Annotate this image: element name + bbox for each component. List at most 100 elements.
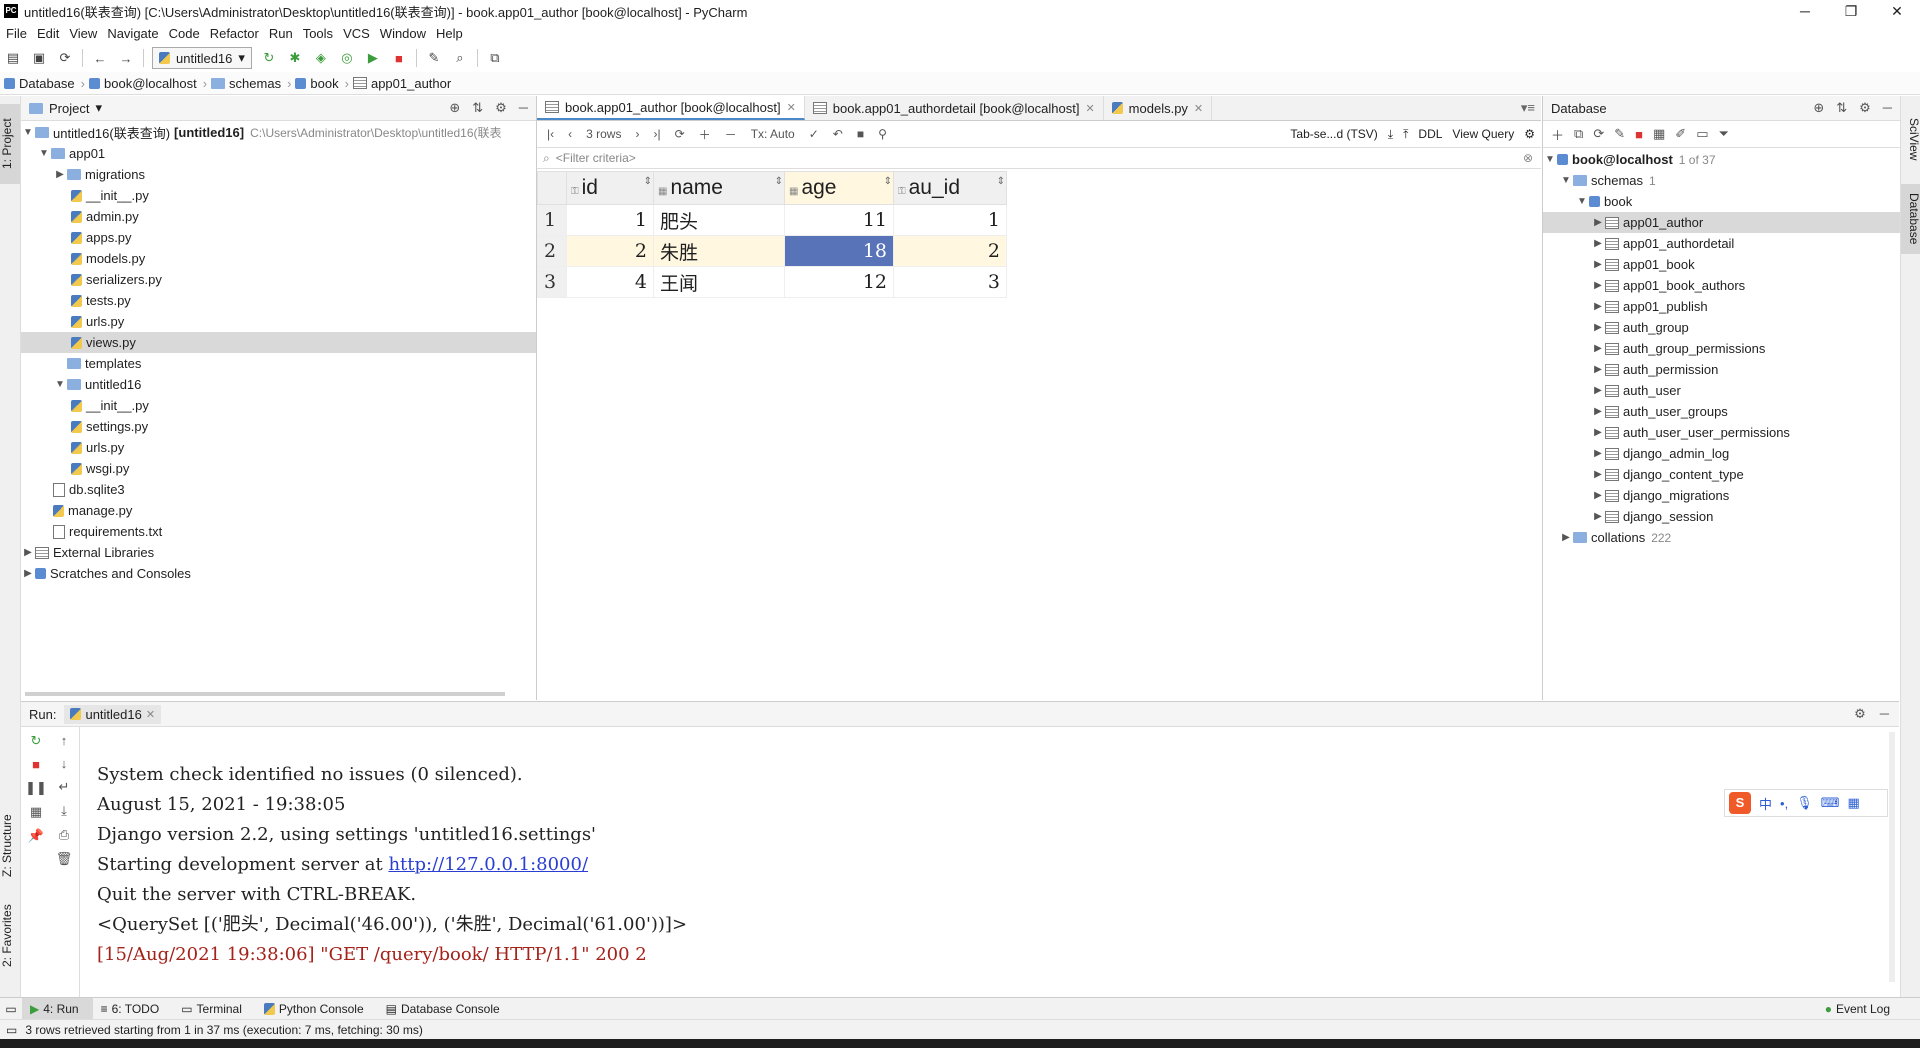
db-tree-table[interactable]: ▶ app01_book xyxy=(1543,254,1900,275)
layout-icon[interactable]: ▦ xyxy=(30,804,42,820)
server-url-link[interactable]: http://127.0.0.1:8000/ xyxy=(388,854,588,875)
tree-item-templates[interactable]: templates xyxy=(21,353,536,374)
hide-icon[interactable]: ─ xyxy=(1880,706,1889,722)
breadcrumb-schemas[interactable]: schemas xyxy=(207,76,287,91)
stop-icon[interactable]: ■ xyxy=(386,47,412,69)
db-tree-table[interactable]: ▶ auth_user xyxy=(1543,380,1900,401)
keyboard-icon[interactable]: ⌨ xyxy=(1821,795,1840,811)
hide-icon[interactable]: ─ xyxy=(1883,100,1892,116)
locate-icon[interactable]: ⊕ xyxy=(449,100,460,116)
scroll-up-icon[interactable]: ↑ xyxy=(61,733,68,748)
db-tree-table[interactable]: ▶ app01_authordetail xyxy=(1543,233,1900,254)
menu-vcs[interactable]: VCS xyxy=(338,26,375,41)
hide-icon[interactable]: ─ xyxy=(519,100,528,116)
profile-icon[interactable]: ◎ xyxy=(334,47,360,69)
locate-icon[interactable]: ⊕ xyxy=(1813,100,1824,116)
db-tree-table[interactable]: ▶ django_content_type xyxy=(1543,464,1900,485)
collapse-all-icon[interactable]: ⇅ xyxy=(472,100,483,116)
cell-au-id[interactable]: 1 xyxy=(893,204,1007,236)
tab-database-console[interactable]: ▤ Database Console xyxy=(378,998,514,1020)
column-header-id[interactable]: ⚿ id ⇕ xyxy=(566,171,654,205)
row-count[interactable]: 3 rows xyxy=(580,127,627,141)
first-page-icon[interactable]: |‹ xyxy=(541,127,560,141)
project-view-select[interactable]: Project xyxy=(49,101,89,116)
forward-icon[interactable]: → xyxy=(113,47,139,69)
ime-mode[interactable]: 中 xyxy=(1759,794,1772,813)
tab-python-console[interactable]: Python Console xyxy=(256,998,378,1020)
chevron-right-icon[interactable]: ▶ xyxy=(1559,532,1573,543)
run-tasks-icon[interactable]: ▶ xyxy=(360,47,386,69)
run-tab-untitled16[interactable]: untitled16 ✕ xyxy=(64,704,162,724)
db-tree-schemas[interactable]: ▼ schemas 1 xyxy=(1543,170,1900,191)
rollback-icon[interactable]: ↶ xyxy=(827,127,849,141)
chevron-down-icon[interactable]: ▼ xyxy=(37,148,51,159)
ime-toolbar[interactable]: S 中 •, 🎙 ⌨ ▦ xyxy=(1724,789,1888,817)
menu-run[interactable]: Run xyxy=(264,26,298,41)
tree-item-urls-py[interactable]: urls.py xyxy=(21,437,536,458)
refresh-icon[interactable]: ⟳ xyxy=(1593,126,1604,142)
back-icon[interactable]: ← xyxy=(87,47,113,69)
project-tool-tab[interactable]: 1: Project xyxy=(0,104,20,184)
microphone-icon[interactable]: 🎙 xyxy=(1796,795,1813,811)
column-header-age[interactable]: ▦ age ⇕ xyxy=(784,171,894,205)
db-tree-table[interactable]: ▶ app01_author xyxy=(1543,212,1900,233)
scroll-to-end-icon[interactable]: ⤓ xyxy=(61,803,67,819)
chevron-right-icon[interactable]: ▶ xyxy=(21,568,35,579)
pin-icon[interactable]: 📌 xyxy=(28,828,44,844)
tree-item-manage-py[interactable]: manage.py xyxy=(21,500,536,521)
close-icon[interactable]: ✕ xyxy=(1194,102,1203,115)
maximize-button[interactable]: ❐ xyxy=(1828,0,1874,22)
cell-id[interactable]: 4 xyxy=(566,266,654,298)
tab-terminal[interactable]: ▭ Terminal xyxy=(173,998,256,1020)
menu-navigate[interactable]: Navigate xyxy=(102,26,163,41)
close-button[interactable]: ✕ xyxy=(1874,0,1920,22)
tab-app01-author[interactable]: book.app01_author [book@localhost] ✕ xyxy=(537,96,805,120)
debug-icon[interactable]: ✱ xyxy=(282,47,308,69)
gear-icon[interactable]: ⚙ xyxy=(1854,706,1866,722)
chevron-down-icon[interactable]: ▼ xyxy=(53,379,67,390)
horizontal-scrollbar[interactable] xyxy=(25,692,505,696)
tree-item-app01[interactable]: ▼ app01 xyxy=(21,143,536,164)
commit-icon[interactable]: ✓ xyxy=(803,127,825,141)
tree-item-views-py[interactable]: views.py xyxy=(21,332,536,353)
chevron-right-icon[interactable]: ▶ xyxy=(53,169,67,180)
menu-help[interactable]: Help xyxy=(431,26,468,41)
schema-edit-icon[interactable]: ✎ xyxy=(1614,126,1625,142)
tree-item-scratches[interactable]: ▶ Scratches and Consoles xyxy=(21,563,536,584)
chevron-down-icon[interactable]: ▼ xyxy=(1543,154,1557,165)
coverage-icon[interactable]: ◈ xyxy=(308,47,334,69)
print-icon[interactable]: ⎙ xyxy=(59,827,69,843)
pin-icon[interactable]: ⚲ xyxy=(872,127,893,141)
cell-name[interactable]: 朱胜 xyxy=(653,235,785,267)
tree-item-requirements-txt[interactable]: requirements.txt xyxy=(21,521,536,542)
cell-au-id[interactable]: 2 xyxy=(893,235,1007,267)
breadcrumb-table[interactable]: app01_author xyxy=(349,76,457,91)
event-log[interactable]: ● Event Log xyxy=(1825,1002,1890,1016)
menu-file[interactable]: File xyxy=(0,26,32,41)
cell-au-id[interactable]: 3 xyxy=(893,266,1007,298)
add-icon[interactable]: ＋ xyxy=(1551,125,1564,144)
gear-icon[interactable]: ⚙ xyxy=(1524,127,1535,141)
import-icon[interactable]: ⤒ xyxy=(1403,127,1408,142)
tree-item-models-py[interactable]: models.py xyxy=(21,248,536,269)
tree-item-untitled16[interactable]: ▼ untitled16 xyxy=(21,374,536,395)
db-tree-table[interactable]: ▶ django_session xyxy=(1543,506,1900,527)
breadcrumb-datasource[interactable]: book@localhost xyxy=(85,76,203,91)
vertical-scrollbar[interactable] xyxy=(1889,732,1895,982)
db-tree-table[interactable]: ▶ app01_publish xyxy=(1543,296,1900,317)
pause-icon[interactable]: ❚❚ xyxy=(25,780,47,796)
tab-todo[interactable]: ≡ 6: TODO xyxy=(93,998,174,1020)
delete-row-icon[interactable]: － xyxy=(719,126,743,143)
sync-icon[interactable]: ⟳ xyxy=(52,47,78,69)
soft-wrap-icon[interactable]: ↵ xyxy=(59,779,70,795)
breadcrumb-schema[interactable]: book xyxy=(291,76,344,91)
refresh-icon[interactable]: ⟳ xyxy=(669,127,691,141)
extractor-select[interactable]: Tab-se...d (TSV) xyxy=(1290,127,1377,141)
menu-refactor[interactable]: Refactor xyxy=(205,26,264,41)
db-tree-table[interactable]: ▶ app01_book_authors xyxy=(1543,275,1900,296)
table-row[interactable]: 2 2 朱胜 18 2 xyxy=(537,235,1007,267)
collapse-all-icon[interactable]: ⇅ xyxy=(1836,100,1847,116)
tree-item-migrations[interactable]: ▶ migrations xyxy=(21,164,536,185)
tree-item-external-libraries[interactable]: ▶ External Libraries xyxy=(21,542,536,563)
last-page-icon[interactable]: ›| xyxy=(647,127,666,141)
